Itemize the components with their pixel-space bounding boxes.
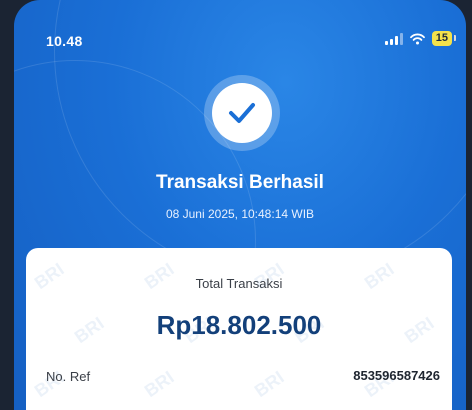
watermark: BRI (140, 367, 178, 402)
success-circle (212, 83, 272, 143)
transaction-datetime: 08 Juni 2025, 10:48:14 WIB (165, 207, 315, 221)
status-icons: 15 (384, 31, 457, 46)
total-label: Total Transaksi (195, 276, 283, 291)
status-time: 10.48 (46, 33, 83, 49)
battery-icon: 15 (431, 31, 457, 46)
signal-icon (384, 32, 403, 45)
total-amount: Rp18.802.500 (156, 310, 322, 340)
transaction-status-title: Transaksi Berhasil (156, 172, 324, 193)
receipt-card: BRI BRI BRI BRI BRI BRI BRI BRI BRI BRI … (26, 248, 452, 410)
ref-value: 853596587426 (353, 368, 440, 383)
ref-label: No. Ref (46, 369, 91, 384)
watermark: BRI (250, 367, 288, 402)
wifi-icon (409, 33, 425, 44)
success-badge (204, 75, 280, 151)
checkmark-icon (229, 103, 255, 123)
phone-screen: 10.48 15 Transaksi Berhasil 08 Juni 2025… (14, 0, 466, 410)
